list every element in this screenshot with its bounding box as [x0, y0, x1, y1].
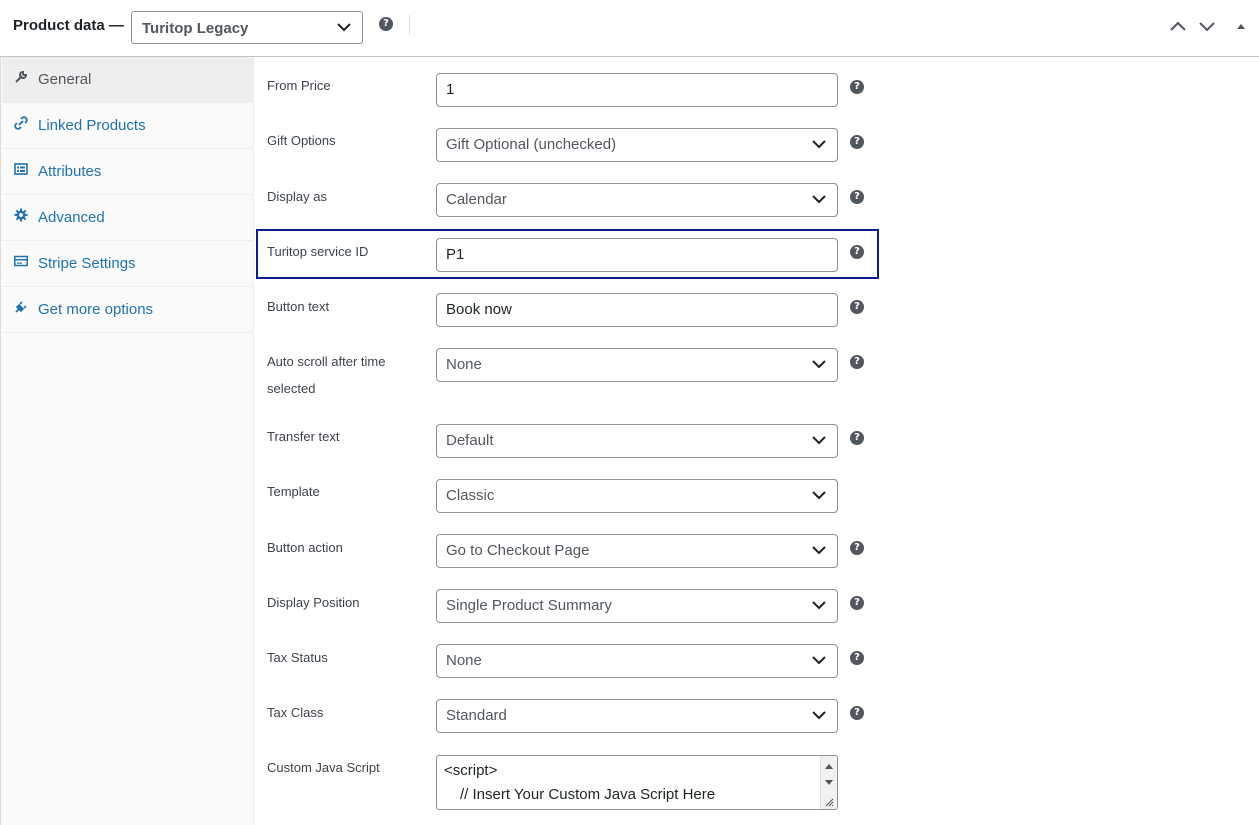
- field-label-tax-status: Tax Status: [267, 650, 328, 665]
- tax-class-select[interactable]: Standard: [436, 699, 838, 733]
- plugin-icon: [15, 301, 27, 313]
- input-value: Book now: [446, 301, 512, 318]
- field-label-transfer-text: Transfer text: [267, 429, 340, 444]
- field-label-display-as: Display as: [267, 189, 327, 204]
- from-price-input[interactable]: 1: [436, 73, 838, 107]
- tab-linked-products[interactable]: Linked Products: [2, 103, 254, 149]
- chevron-down-icon: [812, 140, 826, 149]
- tab-stripe-settings[interactable]: Stripe Settings: [2, 241, 254, 287]
- chevron-down-icon: [812, 436, 826, 445]
- help-icon[interactable]: ?: [850, 706, 864, 720]
- select-value: Single Product Summary: [446, 597, 612, 614]
- textarea-line: // Insert Your Custom Java Script Here: [460, 786, 716, 803]
- field-label-from-price: From Price: [267, 78, 331, 93]
- product-type-select[interactable]: Turitop Legacy: [131, 11, 363, 44]
- select-value: Standard: [446, 707, 507, 724]
- product-data-title: Product data —: [13, 17, 124, 34]
- tab-label: Stripe Settings: [38, 255, 136, 272]
- help-icon[interactable]: ?: [850, 80, 864, 94]
- tab-get-more-options[interactable]: Get more options: [2, 287, 254, 333]
- custom-js-textarea[interactable]: <script> // Insert Your Custom Java Scri…: [436, 755, 838, 810]
- help-icon[interactable]: ?: [850, 651, 864, 665]
- header-divider: [409, 15, 410, 35]
- chevron-down-icon: [812, 195, 826, 204]
- tab-label: Linked Products: [38, 117, 146, 134]
- chevron-down-icon: [812, 360, 826, 369]
- product-data-header: Product data — Turitop Legacy ?: [0, 0, 1259, 57]
- collapse-arrow-icon[interactable]: [1234, 19, 1248, 33]
- product-type-value: Turitop Legacy: [142, 20, 249, 37]
- tax-status-select[interactable]: None: [436, 644, 838, 678]
- field-label-gift-options: Gift Options: [267, 133, 336, 148]
- help-icon[interactable]: ?: [850, 135, 864, 149]
- gift-options-select[interactable]: Gift Optional (unchecked): [436, 128, 838, 162]
- template-select[interactable]: Classic: [436, 479, 838, 513]
- product-data-tabs: General Linked Products Attributes Advan…: [0, 57, 254, 825]
- help-icon[interactable]: ?: [379, 17, 393, 31]
- help-icon[interactable]: ?: [850, 596, 864, 610]
- help-icon[interactable]: ?: [850, 245, 864, 259]
- auto-scroll-select[interactable]: None: [436, 348, 838, 382]
- field-label-template: Template: [267, 484, 320, 499]
- resize-handle-icon[interactable]: [824, 797, 834, 807]
- button-text-input[interactable]: Book now: [436, 293, 838, 327]
- input-value: P1: [446, 246, 465, 263]
- chevron-down-icon: [812, 601, 826, 610]
- tab-label: Get more options: [38, 301, 154, 318]
- tab-general[interactable]: General: [2, 57, 254, 103]
- field-label-custom-js: Custom Java Script: [267, 760, 380, 775]
- select-value: Calendar: [446, 191, 507, 208]
- field-label-display-position: Display Position: [267, 595, 360, 610]
- scroll-down-icon[interactable]: [825, 780, 833, 786]
- scroll-up-icon[interactable]: [825, 763, 833, 769]
- help-icon[interactable]: ?: [850, 431, 864, 445]
- tab-advanced[interactable]: Advanced: [2, 195, 254, 241]
- chevron-down-icon: [812, 546, 826, 555]
- transfer-text-select[interactable]: Default: [436, 424, 838, 458]
- tab-label: Advanced: [38, 209, 105, 226]
- list-view-icon: [14, 163, 28, 175]
- display-as-select[interactable]: Calendar: [436, 183, 838, 217]
- input-value: 1: [446, 81, 455, 98]
- select-value: None: [446, 356, 482, 373]
- help-icon[interactable]: ?: [850, 541, 864, 555]
- wrench-icon: [15, 70, 28, 83]
- card-icon: [14, 255, 28, 267]
- help-icon[interactable]: ?: [850, 190, 864, 204]
- help-icon[interactable]: ?: [850, 355, 864, 369]
- button-action-select[interactable]: Go to Checkout Page: [436, 534, 838, 568]
- textarea-line: <script>: [444, 762, 498, 779]
- chevron-down-icon: [812, 656, 826, 665]
- chevron-down-icon: [812, 491, 826, 500]
- display-position-select[interactable]: Single Product Summary: [436, 589, 838, 623]
- select-value: Default: [446, 432, 494, 449]
- tab-label: Attributes: [38, 163, 102, 180]
- chevron-down-icon: [337, 23, 351, 32]
- tab-attributes[interactable]: Attributes: [2, 149, 254, 195]
- gear-icon: [14, 208, 28, 222]
- turitop-service-id-input[interactable]: P1: [436, 238, 838, 272]
- select-value: None: [446, 652, 482, 669]
- chevron-down-icon: [812, 711, 826, 720]
- field-label-button-text: Button text: [267, 299, 330, 314]
- help-icon[interactable]: ?: [850, 300, 864, 314]
- select-value: Gift Optional (unchecked): [446, 136, 617, 153]
- tab-label: General: [38, 71, 92, 88]
- field-label-turitop-service-id: Turitop service ID: [267, 244, 369, 259]
- field-label-auto-scroll: Auto scroll after time selected: [267, 354, 386, 396]
- link-icon: [14, 116, 28, 130]
- select-value: Classic: [446, 487, 495, 504]
- field-label-tax-class: Tax Class: [267, 705, 324, 720]
- chevron-down-icon[interactable]: [1198, 19, 1216, 33]
- textarea-scrollbar[interactable]: [820, 756, 837, 809]
- select-value: Go to Checkout Page: [446, 542, 590, 559]
- field-label-button-action: Button action: [267, 540, 343, 555]
- chevron-up-icon[interactable]: [1169, 19, 1187, 33]
